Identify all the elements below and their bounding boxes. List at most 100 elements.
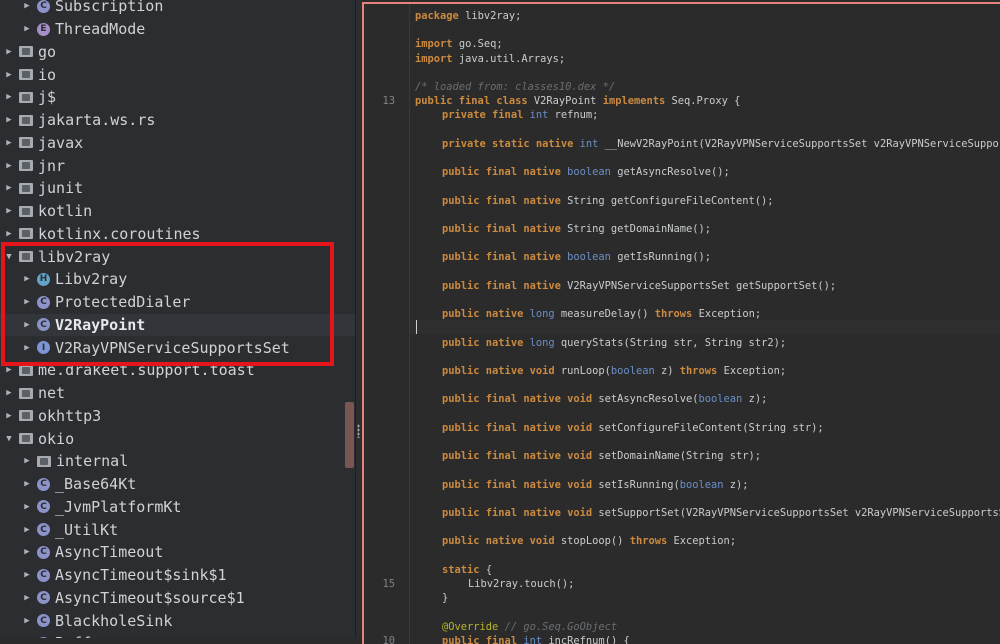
package-icon [19, 46, 33, 58]
code-line: @Override // go.Seq.GoObject [415, 620, 617, 634]
splitter-grip-icon[interactable] [357, 424, 360, 438]
package-icon [19, 137, 33, 149]
tree-item-jnr[interactable]: ▶ jnr [0, 154, 348, 177]
code-keyword: public final native void [442, 478, 593, 491]
tree-item-internal[interactable]: ▶ internal [0, 450, 355, 473]
tree-item-v2rayvpnservicesupportsset[interactable]: ▶ I V2RayVPNServiceSupportsSet [0, 336, 355, 359]
code-line: public final native boolean getAsyncReso… [415, 165, 730, 179]
tree-item--utilkt[interactable]: ▶ C _UtilKt [0, 518, 355, 541]
tree-item-subscription[interactable]: ▶ C Subscription [0, 0, 355, 18]
code-comment: /* loaded from: classes10.dex */ [415, 81, 616, 93]
collapsed-arrow-icon[interactable]: ▶ [3, 46, 15, 58]
collapsed-arrow-icon[interactable]: ▶ [3, 205, 15, 217]
tree-item-label: Buffer [55, 634, 109, 638]
tree-item-io[interactable]: ▶ io [0, 63, 348, 86]
collapsed-arrow-icon[interactable]: ▶ [21, 273, 33, 285]
collapsed-arrow-icon[interactable]: ▶ [21, 23, 33, 35]
code-text: setDomainName(String str); [598, 450, 762, 463]
code-line: /* loaded from: classes10.dex */ [415, 80, 615, 94]
collapsed-arrow-icon[interactable]: ▶ [21, 478, 33, 490]
collapsed-arrow-icon[interactable]: ▶ [21, 0, 33, 12]
collapsed-arrow-icon[interactable]: ▶ [3, 160, 15, 172]
tree-item-okio[interactable]: ▼ okio [0, 427, 348, 450]
interface-icon: I [37, 341, 50, 355]
collapsed-arrow-icon[interactable]: ▶ [3, 137, 15, 149]
code-line: public final native boolean getIsRunning… [415, 250, 711, 264]
tree-item-okhttp3[interactable]: ▶ okhttp3 [0, 405, 348, 428]
code-text: setSupportSet(V2RayVPNServiceSupportsSet… [598, 507, 1000, 519]
code-text: incRefnum() { [548, 634, 630, 644]
tree-item-label: Libv2ray [55, 270, 128, 289]
code-line: public final native String getDomainName… [415, 222, 711, 236]
tree-item-j-[interactable]: ▶ j$ [0, 86, 348, 109]
tree-item-kotlinx-coroutines[interactable]: ▶ kotlinx.coroutines [0, 223, 348, 246]
tree-item-libv2ray[interactable]: ▼ libv2ray [0, 245, 348, 268]
tree-item-label: okio [38, 429, 75, 448]
collapsed-arrow-icon[interactable]: ▶ [21, 319, 33, 331]
tree-item-kotlin[interactable]: ▶ kotlin [0, 200, 348, 223]
collapsed-arrow-icon[interactable]: ▶ [3, 364, 15, 376]
collapsed-arrow-icon[interactable]: ▶ [21, 592, 33, 604]
collapsed-arrow-icon[interactable]: ▶ [3, 69, 15, 81]
code-line: } [415, 591, 448, 605]
collapsed-arrow-icon[interactable]: ▶ [21, 342, 33, 354]
collapsed-arrow-icon[interactable]: ▶ [21, 524, 33, 536]
collapsed-arrow-icon[interactable]: ▶ [3, 114, 15, 126]
tree-item-asynctimeout-source-1[interactable]: ▶ C AsyncTimeout$source$1 [0, 587, 355, 610]
collapsed-arrow-icon[interactable]: ▶ [21, 615, 33, 627]
tree-item-go[interactable]: ▶ go [0, 41, 348, 64]
tree-item-label: libv2ray [38, 247, 111, 266]
collapsed-arrow-icon[interactable]: ▶ [21, 455, 33, 467]
tree-item-label: _JvmPlatformKt [55, 497, 182, 516]
code-editor[interactable]: 13 15 10 package libv2ray; import go.Seq; im… [362, 2, 1000, 644]
code-type: boolean [698, 393, 743, 406]
tree-item-label: me.drakeet.support.toast [38, 361, 255, 380]
expanded-arrow-icon[interactable]: ▼ [3, 433, 15, 445]
tree-item-javax[interactable]: ▶ javax [0, 132, 348, 155]
code-type: long [529, 336, 555, 349]
tree-item--jvmplatformkt[interactable]: ▶ C _JvmPlatformKt [0, 496, 355, 519]
class-icon: C [37, 477, 50, 491]
tree-item-asynctimeout-sink-1[interactable]: ▶ C AsyncTimeout$sink$1 [0, 564, 355, 587]
tree-item-protecteddialer[interactable]: ▶ C ProtectedDialer [0, 291, 355, 314]
package-icon [19, 160, 33, 172]
code-text: String getConfigureFileContent(); [567, 194, 774, 207]
collapsed-arrow-icon[interactable]: ▶ [21, 501, 33, 513]
tree-scrollbar-thumb[interactable] [345, 402, 354, 468]
code-keyword: implements [602, 95, 666, 108]
tree-item-threadmode[interactable]: ▶ E ThreadMode [0, 18, 355, 41]
collapsed-arrow-icon[interactable]: ▶ [21, 296, 33, 308]
code-keyword: public final native [442, 223, 561, 235]
tree-item-v2raypoint[interactable]: ▶ C V2RayPoint [0, 313, 355, 337]
tree-item-blackholesink[interactable]: ▶ C BlackholeSink [0, 609, 355, 632]
collapsed-arrow-icon[interactable]: ▶ [21, 546, 33, 558]
panel-splitter[interactable] [355, 0, 362, 638]
tree-item-label: BlackholeSink [55, 611, 173, 630]
code-keyword: public final native [442, 279, 561, 292]
collapsed-arrow-icon[interactable]: ▶ [3, 387, 15, 399]
tree-item--base64kt[interactable]: ▶ C _Base64Kt [0, 473, 355, 496]
class-icon: C [37, 295, 50, 309]
collapsed-arrow-icon[interactable]: ▶ [3, 182, 15, 194]
tree-item-label: V2RayVPNServiceSupportsSet [55, 338, 290, 357]
tree-item-me-drakeet-support-toast[interactable]: ▶ me.drakeet.support.toast [0, 359, 348, 382]
tree-item-label: kotlinx.coroutines [38, 224, 201, 243]
tree-item-net[interactable]: ▶ net [0, 382, 348, 405]
tree-item-jakarta-ws-rs[interactable]: ▶ jakarta.ws.rs [0, 109, 348, 132]
tree-item-libv2ray[interactable]: ▶ H Libv2ray [0, 268, 355, 291]
code-text: V2RayVPNServiceSupportsSet getSupportSet… [567, 279, 837, 292]
package-icon [19, 410, 33, 422]
tree-item-buffer[interactable]: ▶CBuffer [0, 632, 355, 638]
tree-item-asynctimeout[interactable]: ▶ C AsyncTimeout [0, 541, 355, 564]
collapsed-arrow-icon[interactable]: ▶ [3, 228, 15, 240]
code-line: public final native void setAsyncResolve… [415, 392, 767, 406]
package-icon [19, 228, 33, 240]
expanded-arrow-icon[interactable]: ▼ [3, 251, 15, 263]
collapsed-arrow-icon[interactable]: ▶ [3, 410, 15, 422]
current-line-highlight [410, 320, 1000, 334]
collapsed-arrow-icon[interactable]: ▶ [21, 569, 33, 581]
package-icon [19, 251, 33, 263]
tree-item-label: ProtectedDialer [55, 293, 191, 312]
collapsed-arrow-icon[interactable]: ▶ [3, 91, 15, 103]
tree-item-junit[interactable]: ▶ junit [0, 177, 348, 200]
